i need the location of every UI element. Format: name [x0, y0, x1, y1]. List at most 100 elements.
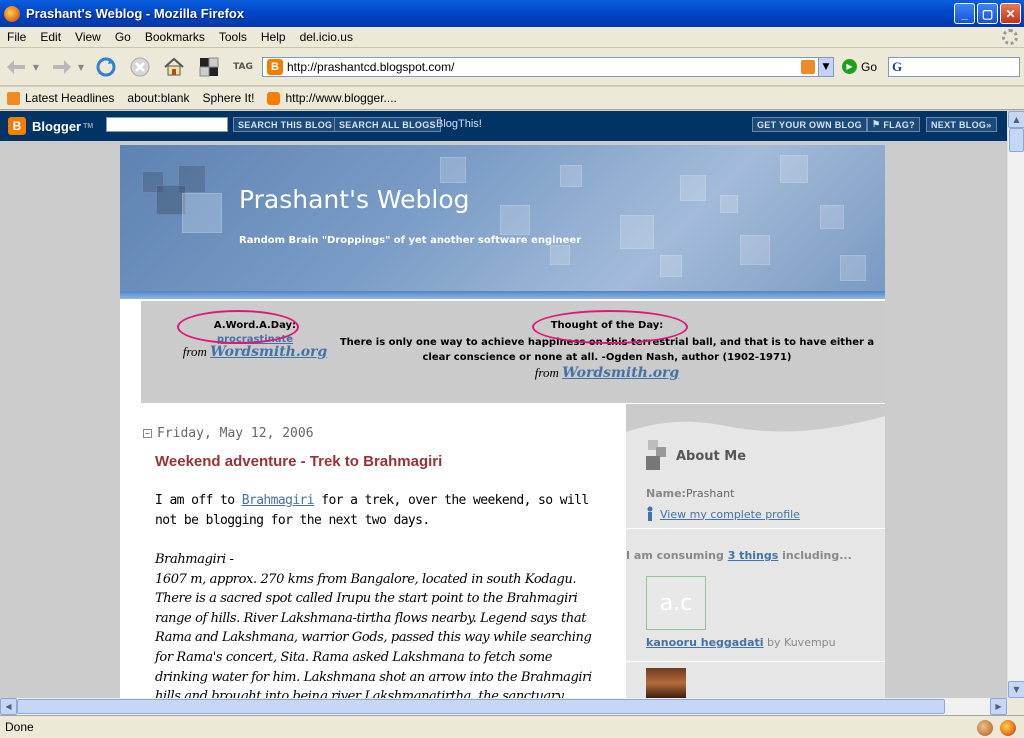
menu-file[interactable]: File — [0, 30, 33, 44]
annotation-ellipse-thought — [532, 310, 688, 344]
home-icon[interactable] — [161, 54, 187, 80]
forward-icon[interactable] — [48, 54, 74, 80]
firefox-icon — [4, 5, 20, 22]
back-icon[interactable] — [4, 54, 30, 80]
window-title: Prashant's Weblog - Mozilla Firefox — [26, 6, 245, 21]
bookmark-label: Sphere It! — [202, 91, 255, 105]
close-button[interactable]: ✕ — [1000, 3, 1021, 24]
post-date-text: Friday, May 12, 2006 — [157, 426, 314, 441]
blog-title[interactable]: Prashant's Weblog — [239, 185, 470, 214]
firefox-status-icon[interactable] — [1000, 720, 1016, 736]
stop-icon[interactable] — [127, 54, 153, 80]
screenshot-tool-icon[interactable] — [196, 54, 222, 80]
blogger-favicon-icon: B — [267, 59, 283, 75]
scroll-up-icon[interactable]: ▲ — [1008, 111, 1024, 128]
status-text: Done — [5, 720, 34, 734]
sidebar-divider — [626, 661, 885, 662]
title-bar: Prashant's Weblog - Mozilla Firefox _ ▢ … — [0, 0, 1024, 27]
book-thumbnail-2[interactable] — [646, 668, 686, 698]
menu-tools[interactable]: Tools — [212, 30, 254, 44]
scroll-right-icon[interactable]: ▶ — [990, 698, 1007, 715]
sidebar: About Me Name:Prashant View my complete … — [626, 404, 885, 698]
brahmagiri-link[interactable]: Brahmagiri — [242, 493, 315, 508]
firefox-window: Prashant's Weblog - Mozilla Firefox _ ▢ … — [0, 0, 1024, 738]
flag-button[interactable]: ⚑ FLAG? — [867, 117, 920, 132]
from-label: from — [182, 344, 207, 359]
throbber-icon — [1002, 29, 1018, 45]
blogthis-link[interactable]: BlogThis! — [436, 118, 482, 130]
blog-search-input[interactable] — [106, 117, 228, 132]
bookmark-latest-headlines[interactable]: Latest Headlines — [7, 91, 114, 105]
post-intro: I am off to Brahmagiri for a trek, over … — [155, 491, 605, 531]
menu-help[interactable]: Help — [254, 30, 293, 44]
book-title-link[interactable]: kanooru heggadati — [646, 636, 764, 649]
blogger-navbar: B Blogger TM SEARCH THIS BLOG SEARCH ALL… — [0, 111, 1007, 141]
menu-bookmarks[interactable]: Bookmarks — [138, 30, 212, 44]
profile-name: Name:Prashant — [646, 487, 734, 500]
tag-button[interactable]: TAG — [230, 54, 256, 80]
view-profile-link[interactable]: View my complete profile — [660, 508, 800, 521]
trademark-mark: TM — [83, 122, 94, 130]
blogger-icon — [267, 91, 281, 105]
go-button[interactable]: ▶ Go — [842, 59, 877, 74]
menu-view[interactable]: View — [68, 30, 108, 44]
bookmark-about-blank[interactable]: about:blank — [120, 91, 190, 134]
url-text[interactable]: http://prashantcd.blogspot.com/ — [287, 60, 801, 74]
sidebar-divider — [626, 528, 885, 529]
search-this-blog-button[interactable]: SEARCH THIS BLOG — [233, 117, 338, 132]
scroll-left-icon[interactable]: ◀ — [0, 698, 17, 715]
maximize-button[interactable]: ▢ — [977, 3, 998, 24]
flag-icon: ⚑ — [872, 119, 881, 129]
google-search-icon[interactable]: G — [892, 60, 908, 74]
vertical-scroll-thumb[interactable] — [1009, 128, 1024, 152]
scroll-down-icon[interactable]: ▼ — [1008, 681, 1024, 698]
name-value: Prashant — [685, 487, 735, 500]
book-entry: kanooru heggadati by Kuvempu — [646, 636, 836, 649]
page-viewport: B Blogger TM SEARCH THIS BLOG SEARCH ALL… — [0, 111, 1007, 698]
bookmark-label: http://www.blogger.... — [285, 91, 397, 105]
word-and-thought-bar: A.Word.A.Day: procrastinate from Wordsmi… — [141, 301, 885, 403]
search-input[interactable]: G — [888, 57, 1020, 77]
extension-face-icon[interactable] — [977, 720, 993, 736]
consuming-pre: I am consuming — [626, 549, 728, 562]
flag-label: FLAG? — [883, 119, 915, 130]
bookmark-label: Latest Headlines — [25, 91, 115, 105]
reload-icon[interactable] — [93, 54, 119, 80]
scroll-corner — [1007, 698, 1024, 715]
name-label: Name: — [646, 487, 686, 500]
menu-delicious[interactable]: del.icio.us — [293, 30, 360, 44]
wordsmith-link[interactable]: Wordsmith.org — [562, 365, 679, 381]
bookmark-label: about:blank — [127, 91, 190, 105]
horizontal-scrollbar[interactable]: ◀ ▶ — [0, 698, 1007, 715]
vertical-scrollbar[interactable]: ▲ ▼ — [1007, 111, 1024, 698]
annotation-ellipse-word — [177, 310, 299, 344]
menu-edit[interactable]: Edit — [33, 30, 68, 44]
book-thumbnail[interactable]: a.c — [646, 576, 706, 630]
back-dropdown-icon[interactable]: ▼ — [30, 54, 42, 80]
collapse-icon[interactable]: − — [143, 429, 152, 438]
get-your-own-blog-button[interactable]: GET YOUR OWN BLOG — [752, 117, 867, 132]
url-bar[interactable]: B http://prashantcd.blogspot.com/ ▼ — [262, 57, 834, 77]
about-icon-square — [646, 456, 660, 470]
bookmark-sphere-it[interactable]: Sphere It! — [120, 91, 255, 134]
post-title[interactable]: Weekend adventure - Trek to Brahmagiri — [155, 453, 442, 470]
menu-go[interactable]: Go — [108, 30, 138, 44]
go-label: Go — [861, 59, 878, 74]
consuming-post: including... — [778, 549, 852, 562]
three-things-link[interactable]: 3 things — [728, 549, 779, 562]
next-blog-button[interactable]: NEXT BLOG» — [926, 117, 997, 132]
forward-dropdown-icon[interactable]: ▼ — [75, 54, 87, 80]
horizontal-scroll-thumb[interactable] — [17, 699, 945, 714]
bookmark-blogger[interactable]: http://www.blogger.... — [267, 91, 397, 105]
post-quote: Brahmagiri - 1607 m, approx. 270 kms fro… — [155, 550, 605, 698]
consuming-text: I am consuming 3 things including... — [626, 549, 852, 562]
profile-link-row: View my complete profile — [646, 506, 800, 522]
rss-feed-icon[interactable] — [801, 60, 815, 74]
wordsmith-link[interactable]: Wordsmith.org — [210, 344, 327, 360]
bookmarks-toolbar: Latest Headlines about:blank Sphere It! … — [0, 87, 1024, 134]
url-dropdown-icon[interactable]: ▼ — [818, 58, 833, 76]
blog-post: − Friday, May 12, 2006 Weekend adventure… — [141, 404, 625, 698]
minimize-button[interactable]: _ — [954, 3, 975, 24]
blogger-logo[interactable]: B Blogger TM — [8, 117, 93, 135]
search-all-blogs-button[interactable]: SEARCH ALL BLOGS — [334, 117, 441, 132]
